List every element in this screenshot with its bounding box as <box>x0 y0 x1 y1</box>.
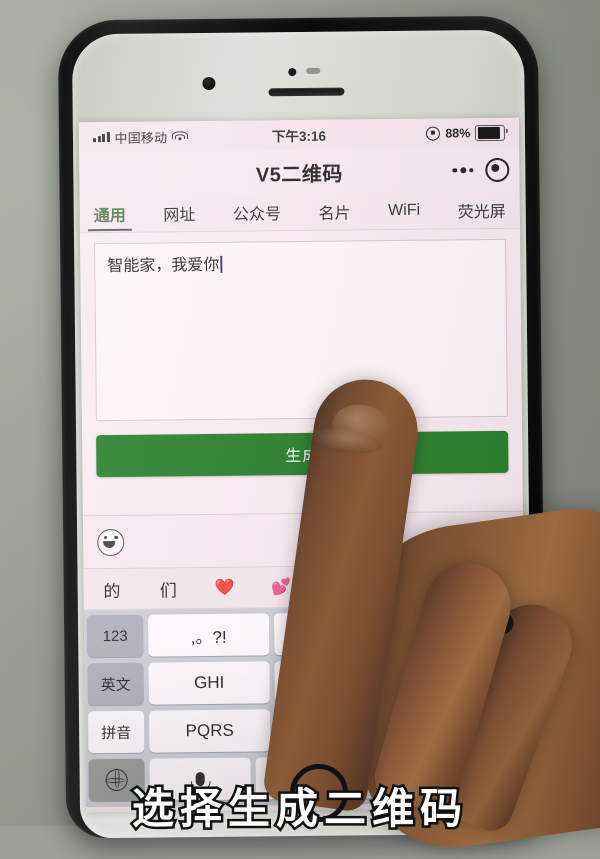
key-wxyz[interactable]: WXYZ <box>400 706 523 750</box>
key-ghi[interactable]: GHI <box>148 661 270 705</box>
video-caption: 选择生成二维码 <box>129 782 468 836</box>
key-jkl[interactable]: JKL <box>274 660 396 704</box>
key-pqrs[interactable]: PQRS <box>148 709 271 753</box>
rotation-lock-icon <box>426 126 441 141</box>
more-dots-icon[interactable] <box>452 167 474 174</box>
candidate-item[interactable]: 的 <box>84 576 141 602</box>
candidate-item[interactable]: 就 <box>422 573 479 599</box>
candidate-item[interactable] <box>366 586 422 587</box>
done-button[interactable]: 完成 <box>475 525 509 550</box>
battery-icon <box>475 124 506 142</box>
candidate-item[interactable]: 💕 <box>253 577 310 598</box>
phone-front-panel: 中国移动 下午3:16 88% V5二维码 通用 网址 公众号 名片 WiFi … <box>71 29 533 839</box>
tab-official-account[interactable]: 公众号 <box>231 194 283 231</box>
key-123[interactable]: 123 <box>86 614 144 658</box>
key-mno[interactable]: MNO <box>400 658 522 702</box>
qr-content-text: 智能家，我爱你 <box>107 256 220 276</box>
proximity-sensor-icon <box>288 68 297 77</box>
tab-wifi[interactable]: WiFi <box>386 193 422 229</box>
chevron-up-icon[interactable] <box>478 564 524 606</box>
key-pinyin-mode[interactable]: 拼音 <box>87 710 145 754</box>
key-english-mode[interactable]: 英文 <box>87 662 144 706</box>
nav-bar: V5二维码 <box>79 147 520 197</box>
candidate-item[interactable]: 😘 <box>309 576 366 597</box>
key-punctuation[interactable]: ,。?! <box>147 613 270 657</box>
page-title: V5二维码 <box>255 163 343 186</box>
status-bar-right: 88% <box>426 124 506 142</box>
phone-screen: 中国移动 下午3:16 88% V5二维码 通用 网址 公众号 名片 WiFi … <box>78 117 526 813</box>
status-bar: 中国移动 下午3:16 88% <box>78 117 520 153</box>
tab-url[interactable]: 网址 <box>161 195 197 231</box>
candidate-item[interactable]: ❤️ <box>196 578 253 599</box>
keyboard-row: 拼音 PQRS TUV WXYZ <box>87 706 523 754</box>
keyboard-row: 英文 GHI JKL MNO <box>87 658 522 706</box>
front-camera-icon <box>202 76 216 91</box>
target-circle-icon[interactable] <box>485 157 510 183</box>
generate-button[interactable]: 生成 <box>96 430 509 478</box>
qr-content-input[interactable]: 智能家，我爱你 <box>94 238 508 422</box>
key-def[interactable]: DEF <box>399 610 522 654</box>
earpiece-speaker <box>268 87 345 97</box>
predictive-candidate-bar: 的 们 ❤️ 💕 😘 就 <box>83 564 524 611</box>
key-tuv[interactable]: TUV <box>274 708 397 752</box>
key-abc[interactable]: ABC <box>273 612 396 656</box>
tab-general[interactable]: 通用 <box>92 196 128 232</box>
text-caret <box>220 255 222 273</box>
tab-business-card[interactable]: 名片 <box>316 193 352 229</box>
ambient-light-sensor <box>306 67 321 74</box>
keyboard-row: 123 ,。?! ABC DEF <box>86 610 522 658</box>
keyboard-accessory-bar: 完成 <box>82 510 524 570</box>
smiley-face-icon[interactable] <box>97 528 125 556</box>
tab-fluorescent-screen[interactable]: 荧光屏 <box>455 192 507 229</box>
main-content: 智能家，我爱你 生成 <box>79 228 523 478</box>
tab-bar: 通用 网址 公众号 名片 WiFi 荧光屏 <box>79 191 520 234</box>
nav-bar-actions <box>452 148 510 193</box>
candidate-item[interactable]: 们 <box>140 576 197 602</box>
phone-device: 中国移动 下午3:16 88% V5二维码 通用 网址 公众号 名片 WiFi … <box>57 15 547 839</box>
battery-percent-label: 88% <box>445 126 471 141</box>
